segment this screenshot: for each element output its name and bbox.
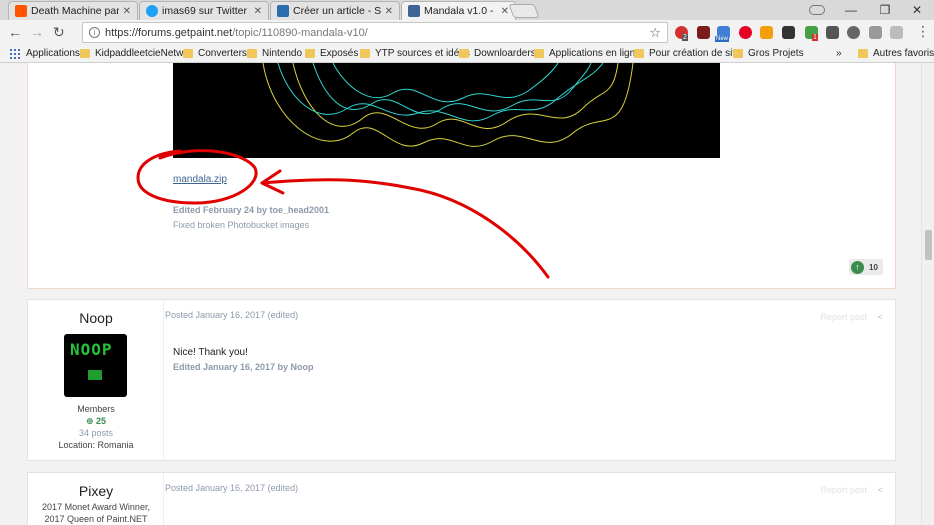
attachment-link[interactable]: mandala.zip [173,174,227,185]
forum-post: Noop NOOP Members ⊕ 25 34 posts Location… [27,299,896,461]
bookmark-other-favorites[interactable]: Autres favoris [858,48,934,59]
forum-post: Pixey 2017 Monet Award Winner, 2017 Quee… [27,472,896,525]
extension-orange-icon[interactable] [760,26,773,39]
bookmark-folder[interactable]: KidpaddleetcieNetwo [80,48,189,59]
scrollbar[interactable] [921,63,934,525]
new-badge: New [715,36,730,42]
new-tab-button[interactable] [508,4,540,18]
extension-dark-icon[interactable] [782,26,795,39]
folder-icon [80,49,90,58]
author-name[interactable]: Pixey [28,483,164,499]
pinterest-icon[interactable] [739,26,752,39]
bookmark-folder[interactable]: Exposés [305,48,358,59]
tab-close-icon[interactable]: ✕ [501,6,509,17]
reload-icon[interactable]: ↻ [53,24,65,41]
folder-icon [459,49,469,58]
menu-dots-icon[interactable]: ⋮ [916,23,930,40]
tab-strip: Death Machine par Oi ✕ imas69 sur Twitte… [0,0,934,20]
tab-death-machine[interactable]: Death Machine par Oi ✕ [8,1,138,20]
reputation-badge[interactable]: ↑ 10 [849,259,883,275]
twitter-icon [146,5,158,17]
folder-icon [858,49,868,58]
bookmarks-bar: Applications KidpaddleetcieNetwo Convert… [0,45,934,63]
page-content: mandala.zip Edited February 24 by toe_he… [0,63,934,525]
folder-icon [305,49,315,58]
skyrock-icon [277,5,289,17]
posts-count: 34 posts [78,428,114,438]
forward-arrow-icon[interactable]: → [30,24,44,40]
minimize-button[interactable]: — [834,0,868,20]
bookmark-folder[interactable]: Gros Projets [733,48,804,59]
close-button[interactable]: ✕ [900,0,934,20]
report-post-link[interactable]: Report post [820,485,867,495]
extension-light-icon[interactable] [890,26,903,39]
back-arrow-icon[interactable]: ← [8,24,22,40]
folder-icon [360,49,370,58]
scrollbar-thumb[interactable] [925,230,932,260]
tab-mandala[interactable]: Mandala v1.0 - Plugins - ✕ [401,1,516,20]
tab-close-icon[interactable]: ✕ [123,6,131,17]
soundcloud-icon [15,5,27,17]
member-group: Members [77,404,115,414]
member-title: 2017 Monet Award Winner, 2017 Queen of P… [42,502,150,524]
profile-button[interactable] [800,0,834,20]
bookmark-applications[interactable]: Applications [10,48,80,59]
extension-lock-icon[interactable] [826,26,839,39]
report-post-link[interactable]: Report post [820,312,867,322]
avatar[interactable]: NOOP [64,334,127,397]
post-body: Nice! Thank you! [173,347,248,358]
bookmark-folder[interactable]: YTP sources et idées [360,48,470,59]
author-column: Noop NOOP Members ⊕ 25 34 posts Location… [28,300,164,460]
folder-icon [634,49,644,58]
location: Location: Romania [58,440,134,450]
author-column: Pixey 2017 Monet Award Winner, 2017 Quee… [28,473,164,525]
folder-icon [183,49,193,58]
bookmarks-overflow[interactable]: » [836,48,842,59]
bookmark-folder[interactable]: Pour création de site [634,48,741,59]
info-icon[interactable]: i [89,27,100,38]
edited-note: Edited February 24 by toe_head2001 [173,205,330,215]
bookmark-folder[interactable]: Downloarders [459,48,536,59]
extension-circle-icon[interactable] [847,26,860,39]
reputation-count: ⊕ 25 [85,416,107,426]
extension-ghost-icon[interactable] [697,26,710,39]
tab-close-icon[interactable]: ✕ [385,6,393,17]
bookmark-folder[interactable]: Applications en ligne [534,48,641,59]
post-date[interactable]: Posted January 16, 2017 (edited) [165,483,298,493]
folder-icon [733,49,743,58]
upvote-icon: ↑ [851,260,864,274]
share-icon[interactable]: < [878,485,883,495]
mandala-image [173,63,720,158]
edit-reason: Fixed broken Photobucket images [173,220,310,230]
url-text[interactable]: https://forums.getpaint.net/topic/110890… [105,27,368,39]
folder-icon [247,49,257,58]
tab-close-icon[interactable]: ✕ [254,6,262,17]
mandala-drawing [262,63,634,147]
bookmark-folder[interactable]: Converters [183,48,247,59]
post-date[interactable]: Posted January 16, 2017 (edited) [165,310,298,320]
extension-badge: 2 [682,34,688,41]
apps-grid-icon [10,48,20,59]
address-bar[interactable]: i https://forums.getpaint.net/topic/1108… [82,22,668,43]
share-icon[interactable]: < [878,312,883,322]
tab-twitter[interactable]: imas69 sur Twitter : "Suffi ✕ [139,1,269,20]
bookmark-star-icon[interactable]: ☆ [649,25,661,41]
edited-note: Edited January 16, 2017 by Noop [173,362,314,372]
extension-gray-icon[interactable] [869,26,882,39]
author-name[interactable]: Noop [28,310,164,326]
maximize-button[interactable]: ❐ [868,0,902,20]
tab-skyrock[interactable]: Créer un article - Skyrock ✕ [270,1,400,20]
browser-toolbar: ← → ↻ i https://forums.getpaint.net/topi… [0,20,934,45]
extension-badge: 1 [812,34,818,41]
paintnet-icon [408,5,420,17]
bookmark-folder[interactable]: Nintendo [247,48,302,59]
space-invader-icon [88,370,102,380]
profile-icon [809,5,825,15]
folder-icon [534,49,544,58]
